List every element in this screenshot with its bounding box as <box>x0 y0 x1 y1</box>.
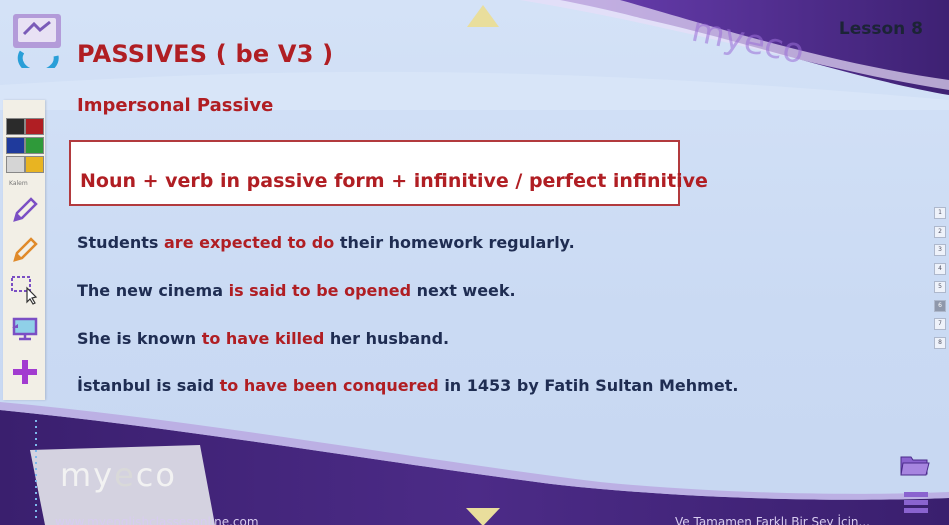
example-highlight: is said to be opened <box>228 281 412 300</box>
lesson-label: Lesson 8 <box>838 19 923 39</box>
example-text: Students <box>77 233 164 252</box>
logo-part: e <box>114 456 136 494</box>
example-highlight: to have killed <box>201 329 325 348</box>
folder-icon[interactable] <box>900 453 930 477</box>
next-slide-arrow-icon[interactable] <box>466 508 500 525</box>
color-swatch-blue[interactable] <box>6 137 25 154</box>
menu-icon[interactable] <box>903 490 929 514</box>
selection-icon[interactable] <box>9 274 41 306</box>
color-swatch-black[interactable] <box>6 118 25 135</box>
color-swatch-yellow[interactable] <box>25 156 44 173</box>
example-text: their homework regularly. <box>334 233 575 252</box>
example-sentence-2: The new cinema is said to be opened next… <box>77 281 516 300</box>
page-button-active[interactable]: 6 <box>934 299 946 312</box>
color-swatch-red[interactable] <box>25 118 44 135</box>
footer-website: www.myenglishclassesonline.com <box>55 515 259 525</box>
slide-subtitle: Impersonal Passive <box>77 95 274 116</box>
page-navigator: 1 2 3 4 5 6 7 8 <box>934 207 946 355</box>
footer-slogan: Ve Tamamen Farklı Bir Şey İçin... <box>675 515 870 525</box>
formula-text: Noun + verb in passive form + infinitive… <box>80 170 708 192</box>
example-text: her husband. <box>324 329 450 348</box>
color-swatch-gray[interactable] <box>6 156 25 173</box>
example-text: The new cinema <box>77 281 229 300</box>
page-button[interactable]: 1 <box>934 207 946 219</box>
page-button[interactable]: 7 <box>934 318 946 330</box>
logo-part: co <box>135 456 177 494</box>
page-button[interactable]: 8 <box>934 336 946 349</box>
logo-part: my <box>60 456 115 494</box>
screen-icon[interactable] <box>9 314 41 346</box>
color-swatch-green[interactable] <box>25 137 44 154</box>
slide-title: PASSIVES ( be V3 ) <box>77 40 334 68</box>
pen-width-label: Kalem <box>9 180 28 187</box>
add-icon[interactable] <box>9 356 41 388</box>
page-button[interactable]: 2 <box>934 225 946 238</box>
highlighter-icon[interactable] <box>9 234 41 266</box>
pencil-icon[interactable] <box>9 194 41 226</box>
example-text: next week. <box>411 281 516 300</box>
previous-slide-arrow-icon[interactable] <box>467 5 499 27</box>
app-logo-icon[interactable] <box>10 12 66 68</box>
page-button[interactable]: 4 <box>934 262 946 275</box>
page-button[interactable]: 3 <box>934 244 946 256</box>
example-sentence-3: She is known to have killed her husband. <box>77 329 449 348</box>
page-button[interactable]: 5 <box>934 281 946 293</box>
formula-box: Noun + verb in passive form + infinitive… <box>69 140 708 206</box>
drawing-toolbar: Kalem <box>3 100 45 400</box>
myeco-logo-text: myeco <box>60 456 177 494</box>
example-sentence-1: Students are expected to do their homewo… <box>77 233 575 252</box>
slide: myeco Lesson 8 Kalem PASSIVES (be V3) … <box>0 0 949 525</box>
example-highlight: are expected to do <box>164 233 335 252</box>
example-text: She is known <box>77 329 202 348</box>
